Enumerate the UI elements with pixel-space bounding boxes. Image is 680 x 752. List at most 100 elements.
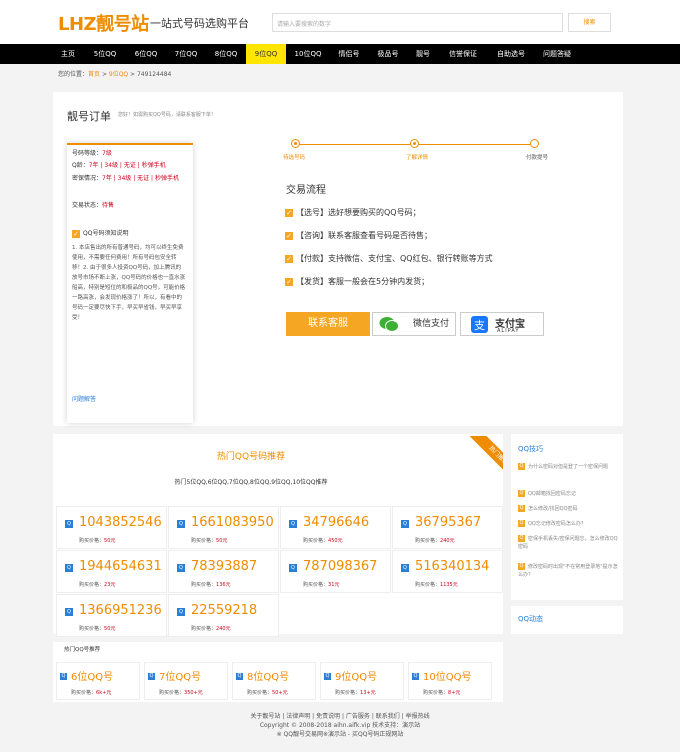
qq-icon: Q [177, 520, 185, 528]
footer-links[interactable]: 关于靓号站 | 法律声明 | 免责说明 | 广告服务 | 联系我们 | 举报热线 [0, 712, 680, 721]
site-slogan: 一站式号码选购平台 [150, 17, 249, 30]
nav-item-credit[interactable]: 信誉保证 [440, 44, 486, 64]
nav-item-9qq[interactable]: 9位QQ [246, 44, 286, 64]
number-card[interactable]: Q 22559218 购买价格：240元 [168, 594, 279, 637]
tip-icon: Q [518, 490, 525, 497]
tip-icon: Q [518, 563, 525, 570]
breadcrumb-category[interactable]: 9位QQ [109, 71, 128, 78]
type-card[interactable]: Q 8位QQ号 购买价格：50+元 [232, 662, 316, 700]
number-card[interactable]: Q 36795367 购买价格：240元 [392, 506, 503, 549]
nav-item-6qq[interactable]: 6位QQ [126, 44, 166, 64]
step-3-label: 付款提号 [526, 155, 549, 161]
step-2-dot [410, 139, 419, 148]
order-title: 靓号订单 [67, 110, 111, 123]
qq-icon: Q [289, 564, 297, 572]
nav-item-selfpick[interactable]: 自助选号 [488, 44, 534, 64]
faq-link[interactable]: 问题解答 [72, 395, 96, 405]
nav-item-home[interactable]: 主页 [53, 44, 83, 64]
flow-item: ✓ 【付款】支持微信、支付宝、QQ红包、银行转账等方式 [285, 254, 493, 263]
number-card[interactable]: Q 516340134 购买价格：1135元 [392, 550, 503, 593]
logo-text-cn: 靓号站 [96, 14, 149, 35]
tip-item[interactable]: Q QQ忘记修改密码怎么办？ [518, 520, 618, 528]
qq-icon: Q [401, 564, 409, 572]
alipay-button[interactable]: 支 支付宝 ALIPAY [460, 312, 544, 336]
number-card[interactable]: Q 1944654631 购买价格：23元 [56, 550, 167, 593]
contact-service-button[interactable]: 联系客服 [286, 312, 370, 336]
number-card[interactable]: Q 78393887 购买价格：136元 [168, 550, 279, 593]
alipay-icon: 支 [471, 316, 488, 333]
check-icon: ✓ [285, 277, 293, 286]
qq-icon: Q [65, 564, 73, 572]
tip-icon: Q [518, 505, 525, 512]
qq-icon: Q [401, 520, 409, 528]
flow-item: ✓ 【选号】选好想要购买的QQ号码； [285, 208, 421, 217]
step-1-dot [291, 139, 300, 148]
notice-text: 1. 本店售出的所有普通号码，均可以终生免费使用，不需要任何费用！所有号码包安全… [72, 245, 186, 321]
qq-icon: Q [236, 673, 243, 680]
nav-item-pretty[interactable]: 靓号 [408, 44, 438, 64]
breadcrumb-home[interactable]: 首页 [88, 71, 100, 78]
site-logo[interactable]: LHZ靓号站 [58, 10, 149, 36]
check-icon: ✓ [285, 208, 293, 217]
flow-item: ✓ 【咨询】联系客服查看号码是否待售； [285, 231, 432, 240]
number-card[interactable]: Q 1366951236 购买价格：50元 [56, 594, 167, 637]
type-card[interactable]: Q 6位QQ号 购买价格：6k+元 [56, 662, 140, 700]
search-input[interactable]: 请输入要搜索的数字 [272, 13, 563, 32]
check-icon: ✓ [72, 229, 80, 238]
flow-title: 交易流程 [286, 185, 326, 196]
flow-item: ✓ 【发货】客服一般会在5分钟内发货； [285, 277, 430, 286]
number-card[interactable]: Q 1661083950 购买价格：50元 [168, 506, 279, 549]
alipay-text-en: ALIPAY [497, 328, 520, 334]
nav-item-faq[interactable]: 问题答疑 [534, 44, 580, 64]
nav-item-10qq[interactable]: 10位QQ [287, 44, 329, 64]
qq-icon: Q [412, 673, 419, 680]
type-card[interactable]: Q 9位QQ号 购买价格：13+元 [320, 662, 404, 700]
hot-numbers-subtitle: 热门5位QQ,6位QQ,7位QQ,8位QQ,9位QQ,10位QQ推荐 [174, 479, 328, 486]
tip-item[interactable]: Q 修改密码时出现"不在常用登录地"提示怎么办？ [518, 563, 618, 579]
tip-item[interactable]: Q 怎么修改/找回QQ密码 [518, 505, 618, 513]
type-card[interactable]: Q 7位QQ号 购买价格：350+元 [144, 662, 228, 700]
number-card[interactable]: Q 1043852546 购买价格：50元 [56, 506, 167, 549]
search-button[interactable]: 搜索 [568, 13, 611, 32]
qq-icon: Q [148, 673, 155, 680]
qq-icon: Q [177, 608, 185, 616]
footer-tagline: ※ QQ靓号交易网※演示站 - 买QQ号码正规网站 [276, 731, 404, 738]
nav-item-premium[interactable]: 极品号 [369, 44, 407, 64]
wechat-pay-button[interactable]: 微信支付 [372, 312, 456, 336]
main-nav: 主页 5位QQ 6位QQ 7位QQ 8位QQ 9位QQ 10位QQ 情侣号 极品… [0, 44, 680, 64]
step-2-label: 了解详情 [406, 155, 429, 161]
nav-item-couple[interactable]: 情侣号 [330, 44, 368, 64]
qage-value: 7年 | 34级 | 无证 | 秒弹手机 [88, 162, 166, 169]
tip-item[interactable]: Q QQ邮箱找回密码忘记 [518, 490, 618, 498]
qq-icon: Q [324, 673, 331, 680]
order-subtitle: 您好！如需购买QQ号码，请联系客服下单！ [118, 112, 216, 118]
qage-row: Q龄：7年 | 34级 | 无证 | 秒弹手机 [72, 162, 166, 169]
step-3-dot [530, 139, 539, 148]
nav-item-8qq[interactable]: 8位QQ [206, 44, 246, 64]
hot-numbers-title: 热门QQ号码推荐 [216, 452, 286, 462]
type-card[interactable]: Q 10位QQ号 购买价格：8+元 [408, 662, 492, 700]
qq-types-title: 热门QQ号推荐 [64, 647, 101, 653]
qq-icon: Q [65, 520, 73, 528]
hot-ribbon: 热门推荐 [457, 436, 503, 482]
footer-copyright: Copyright © 2008-2018 aihn.aifk.vip 技术支持… [259, 722, 421, 729]
notice-title: ✓ QQ号码须知说明 [72, 229, 129, 238]
breadcrumb-current: 749124484 [136, 71, 172, 78]
status-value: 待售 [102, 202, 115, 209]
check-icon: ✓ [285, 231, 293, 240]
tip-icon: Q [518, 463, 525, 470]
number-card[interactable]: Q 787098367 购买价格：31元 [280, 550, 391, 593]
tip-item[interactable]: Q 为什么密码对但是登了一个密保问题 [518, 463, 618, 471]
tip-icon: Q [518, 535, 525, 542]
tip-item[interactable]: Q 密保手机丢失/密保问题忘，怎么修改QQ密码 [518, 535, 618, 551]
qq-icon: Q [60, 673, 67, 680]
qq-icon: Q [65, 608, 73, 616]
number-card[interactable]: Q 34796646 购买价格：450元 [280, 506, 391, 549]
status-row: 交易状态：待售 [72, 202, 115, 209]
nav-item-7qq[interactable]: 7位QQ [166, 44, 206, 64]
footer: 关于靓号站 | 法律声明 | 免责说明 | 广告服务 | 联系我们 | 举报热线… [0, 712, 680, 739]
nav-item-5qq[interactable]: 5位QQ [85, 44, 125, 64]
level-value: 7级 [102, 150, 112, 157]
qq-icon: Q [289, 520, 297, 528]
secret-row: 密保情况：7年 | 34级 | 无证 | 秒弹手机 [72, 175, 179, 182]
